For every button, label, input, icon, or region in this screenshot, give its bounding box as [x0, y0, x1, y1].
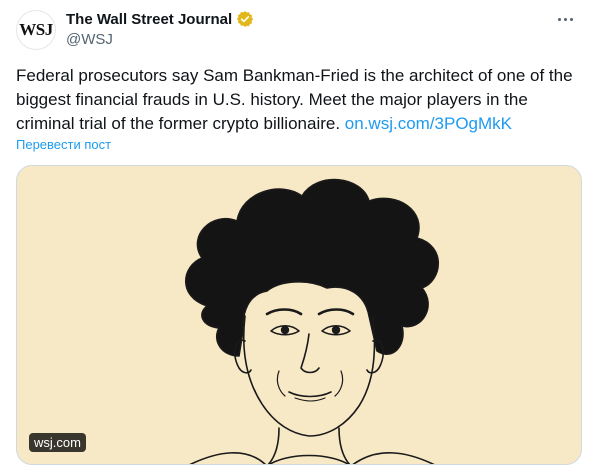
author-display-name[interactable]: The Wall Street Journal [66, 11, 232, 28]
tweet-link[interactable]: on.wsj.com/3POgMkK [345, 114, 512, 133]
tweet-media-card[interactable]: wsj.com [16, 165, 582, 465]
verified-badge-icon[interactable] [236, 10, 254, 28]
avatar-logo-text: WSJ [19, 20, 53, 39]
media-source-badge: wsj.com [29, 433, 86, 452]
avatar[interactable]: WSJ [16, 10, 56, 50]
author-name-row: The Wall Street Journal [66, 10, 254, 28]
translate-post-link[interactable]: Перевести пост [16, 137, 111, 152]
author-handle[interactable]: @WSJ [66, 31, 113, 48]
portrait-illustration [184, 178, 440, 464]
tweet-text: Federal prosecutors say Sam Bankman-Frie… [16, 64, 582, 136]
more-options-icon[interactable] [548, 8, 582, 30]
